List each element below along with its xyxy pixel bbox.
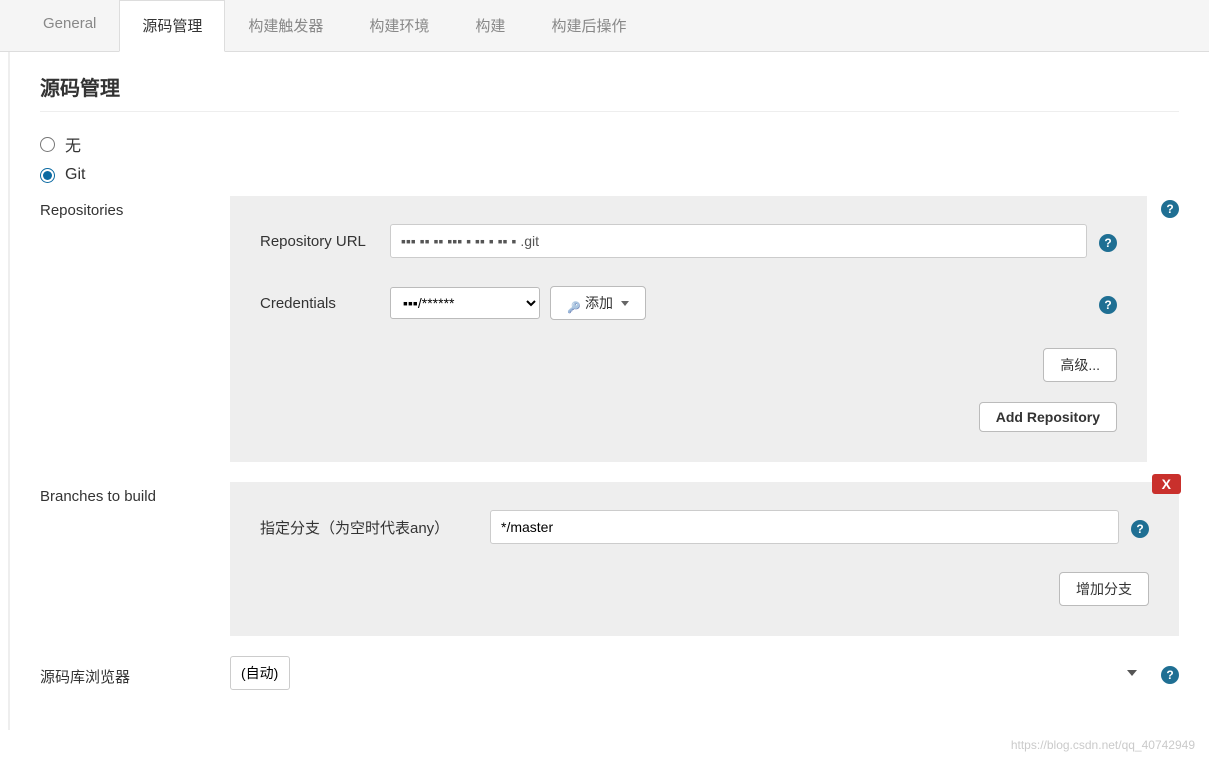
repo-url-input[interactable] bbox=[390, 224, 1087, 258]
tab-env[interactable]: 构建环境 bbox=[346, 0, 452, 51]
scm-radio-group: 无 Git bbox=[40, 132, 1179, 184]
help-icon[interactable]: ? bbox=[1099, 296, 1117, 314]
repositories-label: Repositories bbox=[40, 196, 230, 219]
repositories-panel: Repository URL ? Credentials ▪▪▪/****** … bbox=[230, 196, 1147, 462]
watermark: https://blog.csdn.net/qq_40742949 bbox=[1011, 738, 1195, 752]
help-icon[interactable]: ? bbox=[1161, 666, 1179, 684]
chevron-down-icon bbox=[621, 301, 629, 306]
add-credentials-label: 添加 bbox=[585, 293, 613, 313]
radio-none-label: 无 bbox=[65, 132, 81, 156]
content-area: 源码管理 无 Git Repositories Repository URL ?… bbox=[8, 52, 1209, 730]
help-icon[interactable]: ? bbox=[1099, 234, 1117, 252]
section-title: 源码管理 bbox=[40, 72, 1179, 101]
repo-browser-select[interactable]: (自动) bbox=[230, 656, 290, 690]
repo-browser-row: 源码库浏览器 (自动) ? bbox=[40, 656, 1179, 690]
radio-git-label: Git bbox=[65, 166, 85, 184]
repositories-row: Repositories Repository URL ? Credential… bbox=[40, 196, 1179, 462]
branches-panel: X 指定分支（为空时代表any） ? 增加分支 bbox=[230, 482, 1179, 636]
repo-browser-select-wrap: (自动) bbox=[230, 656, 1147, 690]
tab-postbuild[interactable]: 构建后操作 bbox=[528, 0, 649, 51]
config-tabs: General 源码管理 构建触发器 构建环境 构建 构建后操作 bbox=[0, 0, 1209, 52]
key-icon bbox=[567, 298, 581, 308]
branch-spec-label: 指定分支（为空时代表any） bbox=[260, 517, 490, 538]
add-repository-button[interactable]: Add Repository bbox=[979, 402, 1117, 432]
delete-branch-button[interactable]: X bbox=[1152, 474, 1181, 494]
help-icon[interactable]: ? bbox=[1131, 520, 1149, 538]
advanced-button[interactable]: 高级... bbox=[1043, 348, 1117, 382]
radio-none[interactable] bbox=[40, 137, 55, 152]
divider bbox=[40, 111, 1179, 112]
help-icon[interactable]: ? bbox=[1161, 200, 1179, 218]
repo-browser-label: 源码库浏览器 bbox=[40, 660, 230, 687]
tab-triggers[interactable]: 构建触发器 bbox=[225, 0, 346, 51]
tab-general[interactable]: General bbox=[20, 0, 119, 51]
tab-scm[interactable]: 源码管理 bbox=[119, 0, 225, 52]
repo-url-label: Repository URL bbox=[260, 233, 390, 250]
add-branch-button[interactable]: 增加分支 bbox=[1059, 572, 1149, 606]
branches-label: Branches to build bbox=[40, 482, 230, 505]
credentials-select[interactable]: ▪▪▪/****** bbox=[390, 287, 540, 319]
tab-build[interactable]: 构建 bbox=[452, 0, 528, 51]
branches-row: Branches to build X 指定分支（为空时代表any） ? 增加分… bbox=[40, 482, 1179, 636]
add-credentials-button[interactable]: 添加 bbox=[550, 286, 646, 320]
credentials-label: Credentials bbox=[260, 295, 390, 312]
radio-git[interactable] bbox=[40, 168, 55, 183]
branch-spec-input[interactable] bbox=[490, 510, 1119, 544]
